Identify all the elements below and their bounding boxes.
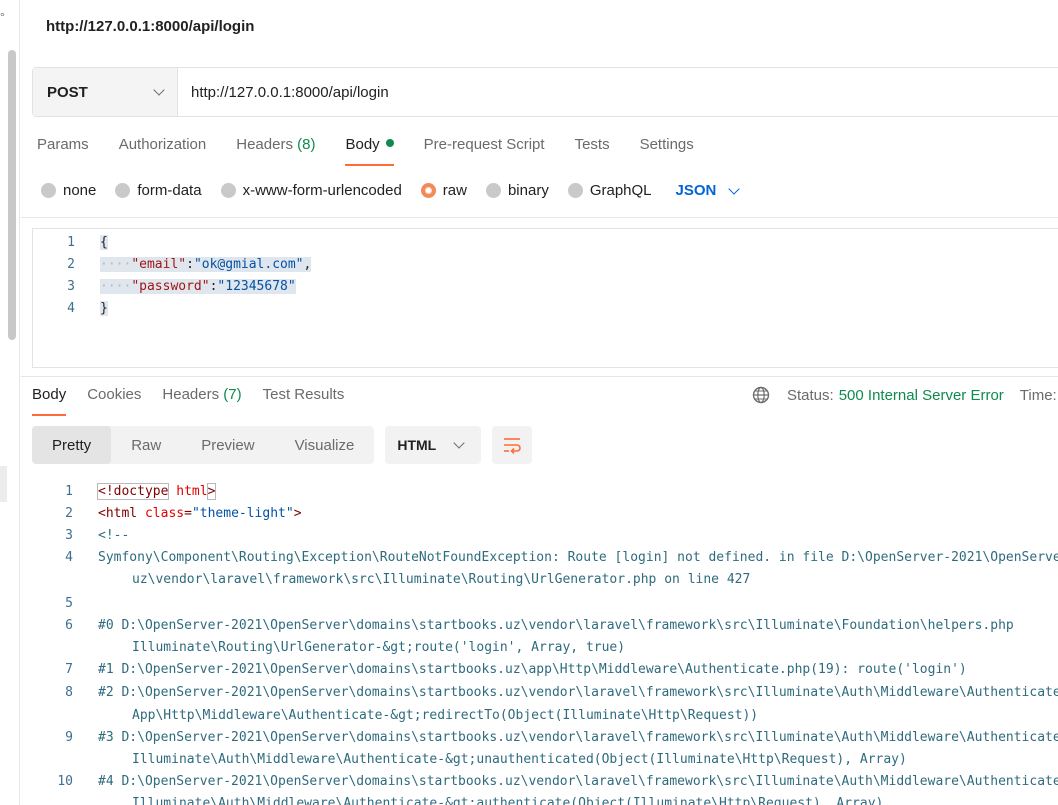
method-label: POST: [47, 83, 88, 101]
response-line: uz\vendor\laravel\framework\src\Illumina…: [21, 568, 1058, 590]
view-pretty-button[interactable]: Pretty: [32, 426, 112, 464]
radio-binary[interactable]: binary: [485, 182, 549, 199]
response-line: Illuminate\Auth\Middleware\Authenticate-…: [21, 748, 1058, 770]
code-text: <html class="theme-light">: [98, 505, 302, 521]
response-tab-test-results[interactable]: Test Results: [263, 386, 345, 416]
radio-none[interactable]: none: [41, 182, 96, 199]
response-line: 1 <!doctype html>: [65, 482, 217, 500]
body-type-options: none form-data x-www-form-urlencoded raw…: [41, 182, 741, 199]
code-text: Illuminate\Auth\Middleware\Authenticate-…: [132, 795, 884, 805]
time-label[interactable]: Time: 2: [1020, 387, 1058, 404]
url-input[interactable]: [178, 68, 1058, 116]
response-status: Status: 500 Internal Server Error Time: …: [752, 386, 1058, 404]
tab-pre-request-script[interactable]: Pre-request Script: [424, 136, 545, 166]
tab-headers[interactable]: Headers (8): [236, 136, 315, 166]
tab-tests[interactable]: Tests: [575, 136, 610, 166]
response-body-viewer[interactable]: 1 <!doctype html> 2 <html class="theme-l…: [21, 480, 1058, 805]
code-text: ····"password":"12345678": [100, 278, 296, 294]
tab-params[interactable]: Params: [37, 136, 89, 166]
text-wrap-icon: [504, 438, 522, 454]
response-line: 5: [65, 595, 73, 611]
code-text: }: [100, 300, 108, 316]
request-tabs: Params Authorization Headers (8) Body Pr…: [37, 136, 724, 166]
globe-icon[interactable]: [752, 386, 770, 404]
chevron-down-icon: [728, 182, 741, 195]
radio-x-www-form-urlencoded[interactable]: x-www-form-urlencoded: [220, 182, 402, 199]
response-tabs: Body Cookies Headers (7) Test Results: [32, 386, 365, 416]
response-line: 3 <!--: [65, 527, 130, 543]
radio-form-data[interactable]: form-data: [115, 182, 202, 199]
radio-graphql[interactable]: GraphQL: [567, 182, 652, 199]
code-text: #1 D:\OpenServer-2021\OpenServer\domains…: [98, 661, 967, 677]
response-line: 4 Symfony\Component\Routing\Exception\Ro…: [21, 546, 1058, 568]
code-text: Illuminate\Routing\UrlGenerator-&gt;rout…: [132, 639, 626, 655]
sidebar-symbol: °: [0, 10, 5, 24]
code-text: #2 D:\OpenServer-2021\OpenServer\domains…: [98, 684, 1058, 700]
tab-settings[interactable]: Settings: [640, 136, 694, 166]
tab-authorization[interactable]: Authorization: [119, 136, 207, 166]
response-tab-body[interactable]: Body: [32, 386, 67, 416]
sidebar-marker: [0, 466, 7, 502]
response-line: 8 #2 D:\OpenServer-2021\OpenServer\domai…: [21, 681, 1058, 703]
code-text: <!doctype html>: [96, 482, 217, 500]
code-text: Symfony\Component\Routing\Exception\Rout…: [98, 549, 1058, 565]
sidebar-scrollbar-thumb[interactable]: [8, 50, 16, 340]
radio-circle: [41, 183, 56, 198]
code-text: <!--: [98, 527, 130, 543]
editor-line: 3 ····"password":"12345678": [67, 278, 296, 294]
body-format-select[interactable]: JSON: [676, 182, 741, 199]
divider: [21, 217, 1058, 218]
method-select[interactable]: POST: [33, 68, 178, 116]
code-text: #4 D:\OpenServer-2021\OpenServer\domains…: [98, 773, 1058, 789]
status-value[interactable]: 500 Internal Server Error: [839, 387, 1004, 404]
radio-circle: [220, 183, 236, 198]
editor-line: 2 ····"email":"ok@gmial.com",: [67, 256, 312, 272]
radio-circle-selected: [420, 183, 436, 198]
chevron-down-icon: [153, 84, 165, 96]
request-workspace: http://127.0.0.1:8000/api/login POST Par…: [21, 0, 1058, 805]
radio-circle: [567, 183, 583, 198]
code-text: Illuminate\Auth\Middleware\Authenticate-…: [132, 751, 907, 767]
wrap-lines-button[interactable]: [492, 426, 533, 464]
headers-count: (8): [297, 136, 316, 153]
response-line: 6 #0 D:\OpenServer-2021\OpenServer\domai…: [65, 617, 1014, 633]
code-text: uz\vendor\laravel\framework\src\Illumina…: [132, 571, 751, 587]
response-line: 10 #4 D:\OpenServer-2021\OpenServer\doma…: [21, 770, 1058, 792]
editor-line: 4 }: [67, 300, 108, 316]
radio-circle: [485, 183, 501, 198]
view-mode-segmented: Pretty Raw Preview Visualize: [32, 426, 375, 464]
request-body-editor[interactable]: 1 { 2 ····"email":"ok@gmial.com", 3 ····…: [32, 228, 1058, 368]
radio-raw[interactable]: raw: [420, 182, 467, 199]
tab-body[interactable]: Body: [345, 136, 394, 166]
response-line: 2 <html class="theme-light">: [65, 505, 302, 521]
response-tab-headers[interactable]: Headers (7): [162, 386, 241, 416]
response-line: 9 #3 D:\OpenServer-2021\OpenServer\domai…: [21, 726, 1058, 748]
response-line: App\Http\Middleware\Authenticate-&gt;red…: [21, 704, 1058, 726]
code-text: {: [100, 234, 108, 250]
response-line: 7 #1 D:\OpenServer-2021\OpenServer\domai…: [65, 661, 967, 677]
response-headers-count: (7): [223, 386, 242, 403]
response-tab-cookies[interactable]: Cookies: [87, 386, 141, 416]
chevron-down-icon: [453, 437, 465, 449]
view-raw-button[interactable]: Raw: [111, 426, 181, 464]
left-sidebar-strip: °: [0, 0, 20, 805]
editor-line: 1 {: [67, 234, 108, 250]
code-text: #0 D:\OpenServer-2021\OpenServer\domains…: [98, 617, 1014, 633]
divider: [21, 376, 1058, 377]
response-view-toolbar: Pretty Raw Preview Visualize HTML: [32, 426, 533, 464]
code-text: #3 D:\OpenServer-2021\OpenServer\domains…: [98, 729, 1058, 745]
request-title[interactable]: http://127.0.0.1:8000/api/login: [46, 18, 254, 35]
view-visualize-button[interactable]: Visualize: [275, 426, 375, 464]
code-text: ····"email":"ok@gmial.com",: [100, 256, 312, 272]
url-bar: POST: [32, 67, 1058, 117]
response-line: Illuminate\Routing\UrlGenerator-&gt;rout…: [21, 636, 1058, 658]
status-label: Status:: [787, 386, 834, 404]
view-preview-button[interactable]: Preview: [181, 426, 274, 464]
response-line: Illuminate\Auth\Middleware\Authenticate-…: [21, 792, 1058, 805]
body-indicator-dot: [385, 139, 394, 147]
code-text: App\Http\Middleware\Authenticate-&gt;red…: [132, 707, 759, 723]
radio-circle: [115, 183, 131, 198]
response-format-select[interactable]: HTML: [385, 426, 482, 464]
